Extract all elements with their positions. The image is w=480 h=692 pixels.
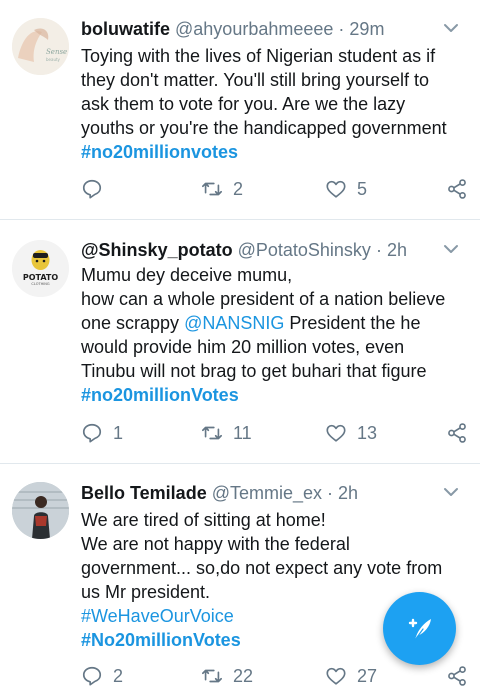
display-name[interactable]: Bello Temilade — [81, 483, 207, 503]
reply-icon — [82, 666, 102, 686]
retweet-button[interactable]: 2 — [201, 176, 243, 202]
like-button[interactable]: 13 — [325, 420, 377, 446]
caret-down-icon[interactable] — [442, 19, 460, 37]
tweet-line: they don't matter. You'll still bring yo… — [81, 70, 430, 90]
share-icon — [448, 666, 466, 686]
share-button[interactable] — [446, 663, 468, 689]
reply-button[interactable]: 1 — [81, 420, 123, 446]
like-icon — [326, 424, 346, 442]
tweet-line: We are not happy with the federal — [81, 534, 350, 554]
tweet-actions: 2 22 27 — [81, 663, 468, 689]
timestamp[interactable]: · 2h — [327, 483, 358, 503]
reply-count: 1 — [113, 422, 124, 443]
compose-tweet-button[interactable] — [383, 592, 456, 665]
avatar-brand: POTATO — [23, 273, 59, 282]
like-button[interactable]: 27 — [325, 663, 377, 689]
retweet-button[interactable]: 11 — [201, 420, 252, 446]
retweet-icon — [202, 426, 222, 440]
tweet-text: Mumu dey deceive mumu, how can a whole p… — [81, 263, 466, 407]
avatar-brand-sub: CLOTHING — [31, 282, 49, 286]
avatar-image — [12, 482, 69, 539]
reply-button[interactable]: 2 — [81, 663, 123, 689]
reply-icon — [82, 423, 102, 443]
tweet-line: youths or you're the handicapped governm… — [81, 118, 447, 138]
like-count: 5 — [357, 178, 368, 199]
retweet-button[interactable]: 22 — [201, 663, 253, 689]
like-count: 27 — [357, 665, 378, 686]
share-icon — [448, 423, 466, 443]
avatar-image: POTATO CLOTHING — [12, 240, 69, 297]
tweet-line: would provide him 20 million votes, even — [81, 337, 405, 357]
avatar-image: Sense beauty — [12, 18, 69, 75]
caret-down-icon[interactable] — [442, 240, 460, 258]
tweet-text-segment: President the he — [284, 313, 421, 333]
avatar[interactable]: POTATO CLOTHING — [12, 240, 69, 297]
retweet-count: 22 — [233, 665, 254, 686]
tweet-1[interactable]: Sense beauty boluwatife @ahyourbahmeeee … — [0, 0, 480, 220]
tweet-line: one scrappy @NANSNIG President the he — [81, 311, 466, 335]
tweet-2[interactable]: POTATO CLOTHING @Shinsky_potato @PotatoS… — [0, 220, 480, 464]
tweet-line: We are tired of sitting at home! — [81, 510, 326, 530]
avatar[interactable] — [12, 482, 69, 539]
username[interactable]: @ahyourbahmeeee — [175, 19, 333, 39]
timestamp[interactable]: · 2h — [376, 240, 407, 260]
reply-icon — [82, 179, 102, 199]
tweet-actions: 1 11 13 — [81, 420, 468, 446]
display-name[interactable]: boluwatife — [81, 19, 170, 39]
tweet-line: Tinubu will not brag to get buhari that … — [81, 361, 427, 381]
tweet-header: boluwatife @ahyourbahmeeee · 29m — [81, 17, 468, 41]
hashtag-link[interactable]: #no20millionvotes — [81, 140, 466, 164]
mention-link[interactable]: @NANSNIG — [184, 313, 284, 333]
display-name[interactable]: @Shinsky_potato — [81, 240, 233, 260]
reply-count: 2 — [113, 665, 124, 686]
tweet-header: Bello Temilade @Temmie_ex · 2h — [81, 481, 468, 505]
username[interactable]: @PotatoShinsky — [238, 240, 371, 260]
svg-text:Sense: Sense — [46, 48, 67, 56]
tweet-line: Mumu dey deceive mumu, — [81, 265, 293, 285]
retweet-count: 11 — [233, 422, 252, 443]
reply-button[interactable] — [81, 176, 113, 202]
retweet-icon — [202, 182, 222, 196]
like-count: 13 — [357, 422, 378, 443]
like-icon — [326, 180, 346, 198]
avatar[interactable]: Sense beauty — [12, 18, 69, 75]
tweet-text: Toying with the lives of Nigerian studen… — [81, 44, 466, 164]
hashtag-link[interactable]: #no20millionVotes — [81, 383, 466, 407]
tweet-line: how can a whole president of a nation be… — [81, 289, 446, 309]
tweet-line: Toying with the lives of Nigerian studen… — [81, 46, 436, 66]
retweet-count: 2 — [233, 178, 244, 199]
share-button[interactable] — [446, 420, 468, 446]
retweet-icon — [202, 669, 222, 683]
tweet-header: @Shinsky_potato @PotatoShinsky · 2h — [81, 238, 468, 262]
username[interactable]: @Temmie_ex — [212, 483, 322, 503]
tweet-line: ask them to vote for you. Are we the laz… — [81, 94, 406, 114]
timestamp[interactable]: · 29m — [338, 19, 384, 39]
compose-icon — [408, 618, 431, 641]
share-button[interactable] — [446, 176, 468, 202]
tweet-actions: 2 5 — [81, 176, 468, 202]
caret-down-icon[interactable] — [442, 483, 460, 501]
tweet-line: government... so,do not expect any vote … — [81, 558, 443, 578]
tweet-text-segment: one scrappy — [81, 313, 185, 333]
share-icon — [448, 179, 466, 199]
svg-text:beauty: beauty — [46, 57, 61, 62]
like-button[interactable]: 5 — [325, 176, 367, 202]
like-icon — [326, 667, 346, 685]
